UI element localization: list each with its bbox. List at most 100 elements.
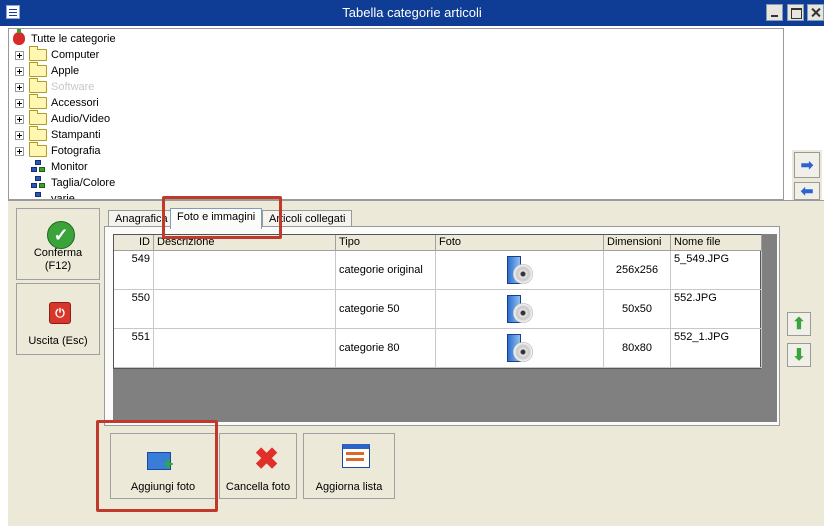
col-header-descrizione[interactable]: Descrizione bbox=[154, 235, 336, 251]
tree-item-label: Apple bbox=[51, 65, 80, 77]
tree-item-software[interactable]: Software bbox=[9, 78, 209, 95]
tree-item-label: varie bbox=[51, 193, 75, 200]
add-photo-icon: + bbox=[147, 444, 177, 473]
power-icon: ⏻ bbox=[49, 302, 71, 324]
folder-icon bbox=[29, 126, 47, 141]
cell-descrizione[interactable] bbox=[154, 251, 336, 290]
delete-photo-button[interactable]: ✖ Cancella foto bbox=[219, 433, 297, 499]
tree-item-stampanti[interactable]: Stampanti bbox=[9, 126, 209, 143]
tree-item-apple[interactable]: Apple bbox=[9, 62, 209, 79]
cell-foto[interactable] bbox=[436, 251, 604, 290]
cell-dimensioni: 80x80 bbox=[604, 329, 671, 368]
cd-image-icon bbox=[503, 332, 537, 364]
expand-icon[interactable] bbox=[15, 50, 24, 60]
cell-nome-file: 5_549.JPG bbox=[671, 251, 762, 290]
confirm-button-label: Conferma (F12) bbox=[33, 247, 83, 272]
category-tree[interactable]: Tutte le categorie Computer Apple Softwa… bbox=[8, 28, 784, 200]
exit-button[interactable]: ⏻ Uscita (Esc) bbox=[16, 283, 100, 355]
category-node-icon bbox=[31, 192, 47, 199]
arrow-right-button[interactable]: ➡ bbox=[794, 152, 820, 178]
window-title: Tabella categorie articoli bbox=[342, 5, 482, 20]
cell-nome-file: 552.JPG bbox=[671, 290, 762, 329]
category-node-icon bbox=[31, 160, 47, 174]
cell-id: 551 bbox=[114, 329, 154, 368]
tree-item-label: Monitor bbox=[51, 161, 88, 173]
cell-dimensioni: 50x50 bbox=[604, 290, 671, 329]
close-button[interactable] bbox=[807, 4, 824, 21]
expand-icon[interactable] bbox=[15, 98, 24, 108]
folder-icon bbox=[29, 78, 47, 93]
col-header-id[interactable]: ID bbox=[114, 235, 154, 251]
expand-icon[interactable] bbox=[15, 146, 24, 156]
tree-item-taglia-colore[interactable]: Taglia/Colore bbox=[9, 175, 209, 191]
category-node-icon bbox=[31, 176, 47, 190]
arrow-right-icon: ➡ bbox=[800, 157, 814, 174]
cell-descrizione[interactable] bbox=[154, 329, 336, 368]
refresh-list-button[interactable]: Aggiorna lista bbox=[303, 433, 395, 499]
tree-item-label: Taglia/Colore bbox=[51, 177, 116, 189]
check-icon: ✓ bbox=[47, 221, 75, 249]
col-header-dimensioni[interactable]: Dimensioni bbox=[604, 235, 671, 251]
tree-item-fotografia[interactable]: Fotografia bbox=[9, 142, 209, 159]
add-photo-button[interactable]: + Aggiungi foto bbox=[110, 433, 216, 499]
photos-tab-panel: ID Descrizione Tipo Foto Dimensioni Nome… bbox=[104, 226, 780, 426]
cell-id: 550 bbox=[114, 290, 154, 329]
expand-icon[interactable] bbox=[15, 82, 24, 92]
expand-icon[interactable] bbox=[15, 130, 24, 140]
cell-tipo: categorie 80 bbox=[336, 329, 436, 368]
tree-item-label: Audio/Video bbox=[51, 113, 111, 125]
cd-image-icon bbox=[503, 293, 537, 325]
cell-dimensioni: 256x256 bbox=[604, 251, 671, 290]
confirm-button[interactable]: ✓ Conferma (F12) bbox=[16, 208, 100, 280]
arrow-left-button[interactable]: ⬅ bbox=[794, 182, 820, 200]
move-up-button[interactable]: ⬆ bbox=[787, 312, 811, 336]
tab-foto-immagini[interactable]: Foto e immagini bbox=[170, 208, 263, 229]
arrow-left-icon: ⬅ bbox=[800, 183, 814, 200]
tree-item-label: Software bbox=[51, 81, 95, 93]
photos-grid-area: ID Descrizione Tipo Foto Dimensioni Nome… bbox=[113, 234, 777, 422]
arrow-down-icon: ⬇ bbox=[792, 347, 806, 364]
folder-icon bbox=[29, 46, 47, 61]
add-photo-label: Aggiungi foto bbox=[130, 481, 196, 493]
tree-item-audio-video[interactable]: Audio/Video bbox=[9, 110, 209, 127]
delete-x-icon: ✖ bbox=[254, 443, 280, 476]
cell-tipo: categorie 50 bbox=[336, 290, 436, 329]
refresh-list-label: Aggiorna lista bbox=[315, 481, 383, 493]
minimize-button[interactable] bbox=[766, 4, 783, 21]
cd-image-icon bbox=[503, 254, 537, 286]
expand-icon[interactable] bbox=[15, 66, 24, 76]
tree-nav-panel: ➡ ⬅ bbox=[792, 150, 822, 200]
list-window-icon bbox=[342, 444, 370, 468]
folder-icon bbox=[29, 110, 47, 125]
tree-item-varie[interactable]: varie bbox=[9, 191, 209, 200]
folder-icon bbox=[29, 94, 47, 109]
photos-grid[interactable]: ID Descrizione Tipo Foto Dimensioni Nome… bbox=[113, 234, 762, 369]
col-header-tipo[interactable]: Tipo bbox=[336, 235, 436, 251]
tree-item-monitor[interactable]: Monitor bbox=[9, 159, 209, 175]
folder-icon bbox=[29, 62, 47, 77]
cell-descrizione[interactable] bbox=[154, 290, 336, 329]
tree-root-label: Tutte le categorie bbox=[31, 33, 116, 45]
cell-tipo: categorie original bbox=[336, 251, 436, 290]
maximize-button[interactable] bbox=[787, 4, 804, 21]
tree-item-computer[interactable]: Computer bbox=[9, 46, 209, 63]
tree-item-label: Accessori bbox=[51, 97, 99, 109]
col-header-foto[interactable]: Foto bbox=[436, 235, 604, 251]
cell-id: 549 bbox=[114, 251, 154, 290]
delete-photo-label: Cancella foto bbox=[225, 481, 291, 493]
title-bar: Tabella categorie articoli bbox=[0, 0, 824, 26]
tree-item-label: Stampanti bbox=[51, 129, 101, 141]
tree-item-accessori[interactable]: Accessori bbox=[9, 94, 209, 111]
tree-item-label: Computer bbox=[51, 49, 100, 61]
arrow-up-icon: ⬆ bbox=[792, 316, 806, 333]
lower-panel: ✓ Conferma (F12) ⏻ Uscita (Esc) Anagrafi… bbox=[8, 200, 824, 526]
cell-foto[interactable] bbox=[436, 329, 604, 368]
tree-item-label: Fotografia bbox=[51, 145, 101, 157]
cell-foto[interactable] bbox=[436, 290, 604, 329]
folder-icon bbox=[29, 142, 47, 157]
cell-nome-file: 552_1.JPG bbox=[671, 329, 762, 368]
col-header-nome-file[interactable]: Nome file bbox=[671, 235, 762, 251]
exit-button-label: Uscita (Esc) bbox=[28, 335, 88, 347]
move-down-button[interactable]: ⬇ bbox=[787, 343, 811, 367]
expand-icon[interactable] bbox=[15, 114, 24, 124]
